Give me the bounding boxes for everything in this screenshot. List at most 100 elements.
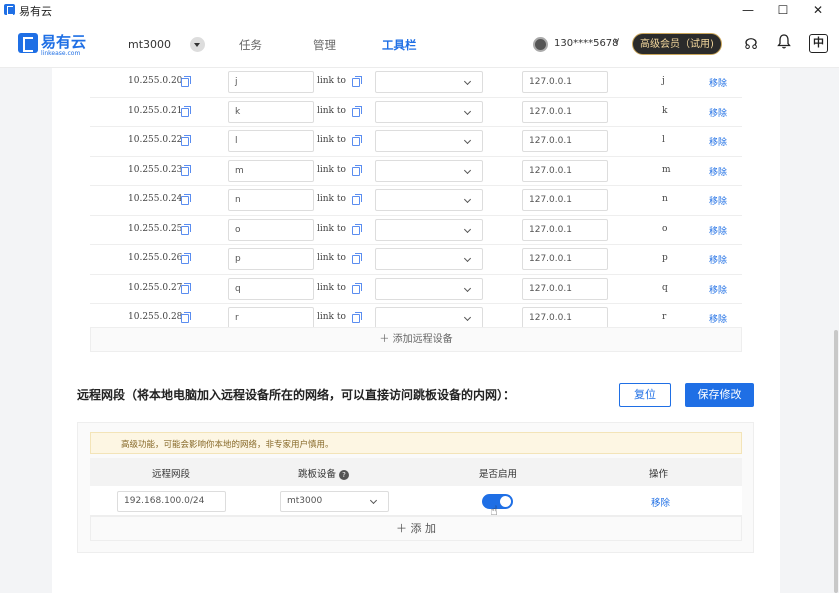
copy-icon[interactable] bbox=[181, 76, 191, 87]
device-letter: p bbox=[662, 253, 668, 263]
device-name-input[interactable]: q bbox=[228, 277, 314, 300]
copy-icon[interactable] bbox=[352, 105, 362, 117]
local-address-input[interactable]: 127.0.0.1 bbox=[522, 248, 608, 270]
segment-table-header: 远程网段 跳板设备? 是否启用 操作 bbox=[90, 458, 742, 486]
maximize-button[interactable]: ☐ bbox=[768, 1, 798, 19]
copy-icon[interactable] bbox=[181, 253, 191, 264]
segment-remove-link[interactable]: 移除 bbox=[651, 495, 670, 509]
copy-icon[interactable] bbox=[352, 223, 362, 235]
device-name-input[interactable]: n bbox=[228, 189, 314, 211]
app-icon bbox=[4, 4, 15, 15]
target-device-select[interactable] bbox=[375, 189, 483, 211]
local-address-input[interactable]: 127.0.0.1 bbox=[522, 189, 608, 211]
local-address-input[interactable]: 127.0.0.1 bbox=[522, 277, 608, 300]
minimize-button[interactable]: — bbox=[733, 1, 763, 19]
local-address-input[interactable]: 127.0.0.1 bbox=[522, 130, 608, 152]
target-device-select[interactable] bbox=[375, 71, 483, 93]
tab-toolbar[interactable]: 工具栏 bbox=[382, 37, 417, 53]
table-row: 10.255.0.21 k link to 127.0.0.1 k 移除 bbox=[90, 98, 742, 127]
link-to-label: link to bbox=[317, 223, 346, 234]
copy-icon[interactable] bbox=[352, 253, 362, 264]
remove-link[interactable]: 移除 bbox=[709, 283, 727, 296]
table-row: 10.255.0.23 m link to 127.0.0.1 m 移除 bbox=[90, 157, 742, 186]
link-to-label: link to bbox=[317, 282, 346, 293]
remove-link[interactable]: 移除 bbox=[709, 165, 727, 178]
remove-link[interactable]: 移除 bbox=[709, 224, 727, 237]
tab-tasks[interactable]: 任务 bbox=[239, 37, 262, 53]
device-name-input[interactable]: j bbox=[228, 71, 314, 93]
copy-icon[interactable] bbox=[181, 312, 191, 323]
target-device-select[interactable] bbox=[375, 100, 483, 123]
device-ip: 10.255.0.25 bbox=[128, 223, 183, 234]
remove-link[interactable]: 移除 bbox=[709, 76, 727, 89]
close-button[interactable]: ✕ bbox=[803, 1, 833, 19]
copy-icon[interactable] bbox=[181, 105, 191, 117]
section-title: 远程网段（将本地电脑加入远程设备所在的网络，可以直接访问跳板设备的内网）： bbox=[77, 388, 516, 402]
remove-link[interactable]: 移除 bbox=[709, 312, 727, 325]
device-dropdown-icon[interactable] bbox=[190, 37, 205, 52]
copy-icon[interactable] bbox=[181, 135, 191, 146]
table-row: 10.255.0.22 l link to 127.0.0.1 l 移除 bbox=[90, 127, 742, 157]
logo-subtext: linkease.com bbox=[41, 50, 81, 57]
target-device-select[interactable] bbox=[375, 277, 483, 300]
copy-icon[interactable] bbox=[352, 135, 362, 146]
device-name-input[interactable]: m bbox=[228, 159, 314, 182]
copy-icon[interactable] bbox=[352, 282, 362, 294]
link-to-label: link to bbox=[317, 164, 346, 175]
remove-link[interactable]: 移除 bbox=[709, 253, 727, 266]
device-name-input[interactable]: r bbox=[228, 307, 314, 329]
device-ip: 10.255.0.24 bbox=[128, 194, 183, 204]
target-device-select[interactable] bbox=[375, 248, 483, 270]
copy-icon[interactable] bbox=[352, 194, 362, 205]
header-action: 操作 bbox=[649, 469, 669, 480]
local-address-input[interactable]: 127.0.0.1 bbox=[522, 307, 608, 329]
device-name-input[interactable]: k bbox=[228, 100, 314, 123]
remove-link[interactable]: 移除 bbox=[709, 194, 727, 207]
header-jump-device: 跳板设备? bbox=[298, 466, 350, 480]
device-letter: r bbox=[662, 312, 667, 322]
copy-icon[interactable] bbox=[181, 164, 191, 176]
copy-icon[interactable] bbox=[352, 164, 362, 176]
jump-device-select[interactable]: mt3000 bbox=[280, 491, 389, 512]
copy-icon[interactable] bbox=[181, 223, 191, 235]
local-address-input[interactable]: 127.0.0.1 bbox=[522, 159, 608, 182]
device-name-input[interactable]: l bbox=[228, 130, 314, 152]
add-remote-device-button[interactable]: ＋ 添加远程设备 bbox=[90, 327, 742, 352]
user-phone[interactable]: 130****5678 bbox=[554, 38, 619, 49]
header-jump-label: 跳板设备 bbox=[298, 469, 337, 480]
segment-row: 192.168.100.0/24 mt3000 ☝ 移除 bbox=[90, 486, 742, 519]
target-device-select[interactable] bbox=[375, 307, 483, 329]
copy-icon[interactable] bbox=[181, 282, 191, 294]
target-device-select[interactable] bbox=[375, 130, 483, 152]
device-name-input[interactable]: p bbox=[228, 248, 314, 270]
remove-link[interactable]: 移除 bbox=[709, 106, 727, 119]
vip-badge[interactable]: 高级会员（试用) bbox=[632, 33, 722, 55]
headset-icon[interactable]: ☊ bbox=[740, 33, 762, 55]
remove-link[interactable]: 移除 bbox=[709, 135, 727, 148]
local-address-input[interactable]: 127.0.0.1 bbox=[522, 100, 608, 123]
device-name-input[interactable]: o bbox=[228, 218, 314, 241]
target-device-select[interactable] bbox=[375, 159, 483, 182]
save-button[interactable]: 保存修改 bbox=[685, 383, 754, 407]
language-icon[interactable]: 中 bbox=[809, 34, 828, 53]
add-segment-button[interactable]: ＋ 添 加 bbox=[90, 516, 742, 541]
device-letter: k bbox=[662, 105, 668, 116]
copy-icon[interactable] bbox=[352, 312, 362, 323]
help-icon[interactable]: ? bbox=[339, 469, 350, 480]
link-to-label: link to bbox=[317, 194, 346, 204]
device-selector-label[interactable]: mt3000 bbox=[128, 38, 171, 51]
scrollbar-thumb[interactable] bbox=[834, 330, 838, 593]
copy-icon[interactable] bbox=[352, 76, 362, 87]
local-address-input[interactable]: 127.0.0.1 bbox=[522, 218, 608, 241]
local-address-input[interactable]: 127.0.0.1 bbox=[522, 71, 608, 93]
tab-manage[interactable]: 管理 bbox=[313, 37, 336, 53]
table-row: 10.255.0.25 o link to 127.0.0.1 o 移除 bbox=[90, 216, 742, 245]
user-menu-chevron-icon[interactable]: ∨ bbox=[613, 36, 620, 47]
user-avatar-icon[interactable] bbox=[533, 37, 548, 52]
segment-input[interactable]: 192.168.100.0/24 bbox=[117, 491, 226, 512]
bell-icon[interactable] bbox=[773, 33, 795, 55]
reset-button[interactable]: 复位 bbox=[619, 383, 671, 407]
logo-text: 易有云 bbox=[41, 33, 87, 51]
copy-icon[interactable] bbox=[181, 194, 191, 205]
target-device-select[interactable] bbox=[375, 218, 483, 241]
